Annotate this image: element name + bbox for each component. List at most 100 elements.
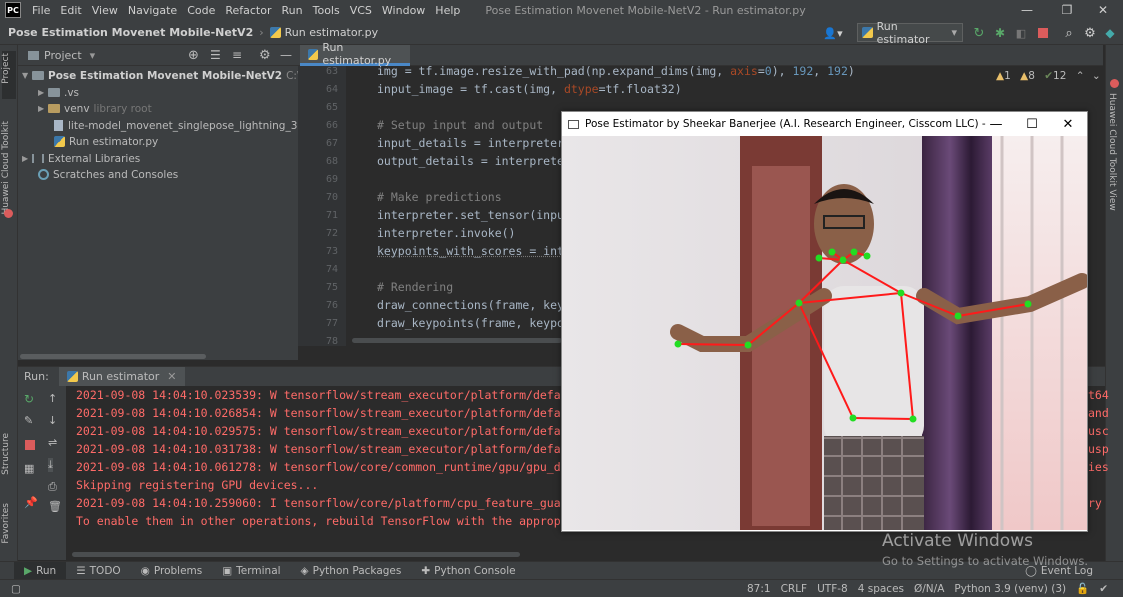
close-icon[interactable]: ✕ [1050,112,1086,136]
pin-icon[interactable]: 📌 [24,496,38,509]
locate-icon[interactable]: ⊕ [188,48,199,63]
menu-refactor[interactable]: Refactor [220,4,276,17]
tool-tab-structure[interactable]: Structure [1,433,11,475]
user-icon[interactable]: 👤▾ [820,24,846,42]
menu-view[interactable]: View [87,4,123,17]
horizontal-scrollbar[interactable] [352,338,562,343]
python-console-icon: ✚ [421,565,431,577]
tab-run-estimator[interactable]: Run estimator.py [300,41,410,67]
menu-window[interactable]: Window [377,4,430,17]
code-line: input_details = interpreter. [377,136,571,150]
hide-icon[interactable]: — [280,48,292,62]
stop-icon[interactable] [25,440,35,450]
menu-navigate[interactable]: Navigate [123,4,182,17]
coverage-icon[interactable]: ◧ [1013,24,1029,42]
python-file-icon [54,136,65,147]
tree-item-external-libraries[interactable]: ▶ External Libraries [22,150,140,167]
vcs-status[interactable]: Ø/N/A [909,583,949,595]
weak-warning-icon: ▲ [1020,70,1029,82]
warning-icon: ▲ [996,70,1005,82]
tool-tab-huawei-cloud-toolkit[interactable]: Huawei Cloud Toolkit [1,121,11,215]
tool-tab-favorites[interactable]: Favorites [1,503,11,544]
maximize-icon[interactable]: ❐ [1047,0,1087,20]
pose-window-titlebar[interactable]: Pose Estimator by Sheekar Banerjee (A.I.… [562,112,1087,136]
stop-icon[interactable] [1035,24,1051,42]
layout-icon[interactable]: ▦ [24,462,34,475]
editor-gutter: 63 64 65 66 67 68 69 70 71 72 73 74 75 7… [298,66,346,347]
layout-toggle-icon[interactable]: ▢ [6,583,26,595]
indent-setting[interactable]: 4 spaces [853,583,909,595]
horizontal-scrollbar[interactable] [72,552,520,557]
minimize-icon[interactable]: — [978,112,1014,136]
menu-help[interactable]: Help [430,4,465,17]
menu-vcs[interactable]: VCS [345,4,377,17]
arrow-down-icon[interactable]: ↓ [48,414,57,427]
inspection-icon[interactable]: ✔ [1094,583,1113,595]
gear-icon[interactable]: ⚙ [1082,24,1098,42]
tool-tab-project[interactable]: Project [1,53,11,84]
caret-position[interactable]: 87:1 [742,583,776,595]
inspection-widget[interactable]: ▲1 ▲8 ✔12 ⌃ ⌄ [996,70,1101,82]
tool-tab-todo[interactable]: ☰ TODO [66,562,130,581]
debug-icon[interactable]: ✱ [992,24,1008,42]
skeleton-keypoint [909,415,917,423]
tree-item-scratches[interactable]: Scratches and Consoles [38,166,178,183]
skeleton-keypoint [828,248,836,256]
lock-icon[interactable]: 🔓 [1071,582,1094,595]
expand-all-icon[interactable]: ☰ [210,48,221,62]
python-file-icon [862,27,873,38]
tool-tab-run[interactable]: ▶ Run [14,561,67,581]
pose-estimator-window[interactable]: Pose Estimator by Sheekar Banerjee (A.I.… [561,111,1088,532]
search-icon[interactable]: ⌕ [1061,24,1077,42]
wrench-icon[interactable]: ✎ [24,414,33,427]
collapse-all-icon[interactable]: ≡ [232,48,242,62]
tool-tab-huawei-cloud-toolkit-view[interactable]: Huawei Cloud Toolkit View [1107,93,1117,211]
menu-edit[interactable]: Edit [55,4,86,17]
chevron-down-icon[interactable]: ▼ [22,71,32,80]
chevron-down-icon[interactable]: ▾ [90,49,96,62]
project-panel-title[interactable]: Project [44,49,82,62]
menu-tools[interactable]: Tools [308,4,345,17]
line-separator[interactable]: CRLF [776,583,813,595]
breadcrumb-project[interactable]: Pose Estimation Movenet Mobile-NetV2 [0,26,253,39]
rerun-icon[interactable]: ↻ [24,392,34,406]
tree-item-venv[interactable]: ▶ venv library root [38,100,152,117]
chevron-right-icon[interactable]: ▶ [22,154,32,163]
soft-wrap-icon[interactable]: ⇌ [48,436,57,449]
chevron-right-icon[interactable]: ▶ [38,104,48,113]
trash-icon[interactable]: 🗑 [48,500,62,513]
arrow-up-icon[interactable]: ↑ [48,392,57,405]
skeleton-keypoint [795,299,803,307]
breadcrumb-file[interactable]: Run estimator.py [285,26,378,39]
menu-file[interactable]: File [27,4,55,17]
close-icon[interactable]: ✕ [167,370,176,383]
gear-icon[interactable]: ⚙ [259,48,271,63]
tool-tab-python-console[interactable]: ✚ Python Console [411,562,525,581]
menu-code[interactable]: Code [182,4,220,17]
line-number: 66 [325,120,338,131]
scroll-to-end-icon[interactable]: ⤓ [48,458,53,472]
chevron-right-icon[interactable]: ▶ [38,88,48,97]
tool-tab-problems[interactable]: ◉ Problems [131,562,213,581]
tree-item-run-estimator[interactable]: Run estimator.py [54,133,158,150]
menu-run[interactable]: Run [277,4,308,17]
python-interpreter[interactable]: Python 3.9 (venv) (3) [949,583,1071,595]
maximize-icon[interactable]: ☐ [1014,112,1050,136]
minimize-icon[interactable]: — [1007,0,1047,20]
skeleton-keypoint [839,256,847,264]
chevron-down-icon[interactable]: ⌄ [1092,70,1101,82]
plugin-icon[interactable]: ◆ [1102,24,1118,42]
horizontal-scrollbar[interactable] [20,354,206,359]
tool-tab-terminal[interactable]: ▣ Terminal [212,562,290,581]
tree-item-tflite-model[interactable]: lite-model_movenet_singlepose_lightning_… [54,117,325,134]
tree-item-vs[interactable]: ▶ .vs [38,84,79,101]
run-configuration-select[interactable]: Run estimator ▾ [857,20,963,46]
console-line-fragment: t64 [1088,388,1109,402]
print-icon[interactable]: ⎙ [48,480,57,494]
rerun-icon[interactable]: ↻ [971,24,987,42]
tool-tab-python-packages[interactable]: ◈ Python Packages [291,562,412,581]
close-icon[interactable]: ✕ [1083,0,1123,20]
tab-run-estimator-console[interactable]: Run estimator ✕ [58,366,185,387]
file-encoding[interactable]: UTF-8 [812,583,853,595]
chevron-up-icon[interactable]: ⌃ [1076,70,1085,82]
